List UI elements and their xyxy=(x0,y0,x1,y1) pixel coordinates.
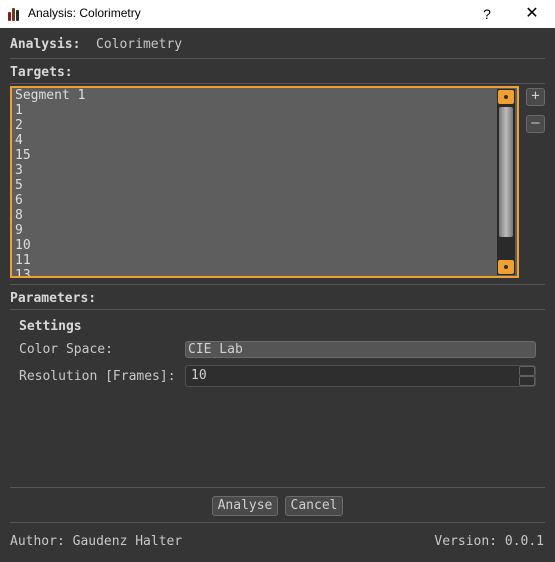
resolution-spinbox[interactable]: 10 xyxy=(185,365,536,387)
list-item[interactable]: 9 xyxy=(15,223,495,238)
window-title: Analysis: Colorimetry xyxy=(28,6,141,20)
targets-label: Targets: xyxy=(10,65,73,80)
divider xyxy=(10,522,545,523)
help-button[interactable]: ? xyxy=(464,0,510,28)
list-item[interactable]: 11 xyxy=(15,253,495,268)
targets-list[interactable]: Segment 1 1 2 4 15 3 5 6 8 9 10 11 13 xyxy=(10,86,519,278)
analysis-name: Colorimetry xyxy=(96,37,183,52)
list-item[interactable]: Segment 1 xyxy=(15,88,495,103)
cancel-button[interactable]: Cancel xyxy=(285,496,343,516)
parameters-label: Parameters: xyxy=(10,291,97,306)
divider xyxy=(10,284,545,285)
close-button[interactable]: ✕ xyxy=(509,0,555,28)
divider xyxy=(10,83,545,84)
list-item[interactable]: 15 xyxy=(15,148,495,163)
version-text: Version: 0.0.1 xyxy=(434,534,544,549)
list-item[interactable]: 8 xyxy=(15,208,495,223)
analyse-button[interactable]: Analyse xyxy=(212,496,278,516)
list-item[interactable]: 3 xyxy=(15,163,495,178)
settings-heading: Settings xyxy=(19,319,82,334)
list-item[interactable]: 10 xyxy=(15,238,495,253)
resolution-label: Resolution [Frames]: xyxy=(19,369,176,384)
scroll-up-button[interactable] xyxy=(498,90,514,104)
list-item[interactable]: 4 xyxy=(15,133,495,148)
list-item[interactable]: 6 xyxy=(15,193,495,208)
targets-list-items: Segment 1 1 2 4 15 3 5 6 8 9 10 11 13 xyxy=(15,88,495,276)
window-titlebar: Analysis: Colorimetry ? ✕ xyxy=(0,0,555,28)
spin-down-button[interactable] xyxy=(519,376,535,386)
add-target-button[interactable]: + xyxy=(526,88,545,106)
color-space-label: Color Space: xyxy=(19,342,113,357)
scroll-down-button[interactable] xyxy=(498,260,514,274)
targets-scrollbar[interactable] xyxy=(497,89,515,275)
divider xyxy=(10,487,545,488)
divider xyxy=(10,309,545,310)
scroll-thumb[interactable] xyxy=(499,107,513,237)
spin-up-button[interactable] xyxy=(519,366,535,376)
remove-target-button[interactable]: – xyxy=(526,115,545,133)
author-text: Author: Gaudenz Halter xyxy=(10,534,183,549)
list-item[interactable]: 13 xyxy=(15,268,495,276)
app-icon xyxy=(8,7,22,21)
resolution-value: 10 xyxy=(191,368,207,383)
divider xyxy=(10,58,545,59)
list-item[interactable]: 2 xyxy=(15,118,495,133)
analysis-label: Analysis: xyxy=(10,37,81,52)
spin-buttons xyxy=(519,366,535,386)
list-item[interactable]: 1 xyxy=(15,103,495,118)
color-space-select[interactable]: CIE Lab xyxy=(185,341,536,358)
list-item[interactable]: 5 xyxy=(15,178,495,193)
